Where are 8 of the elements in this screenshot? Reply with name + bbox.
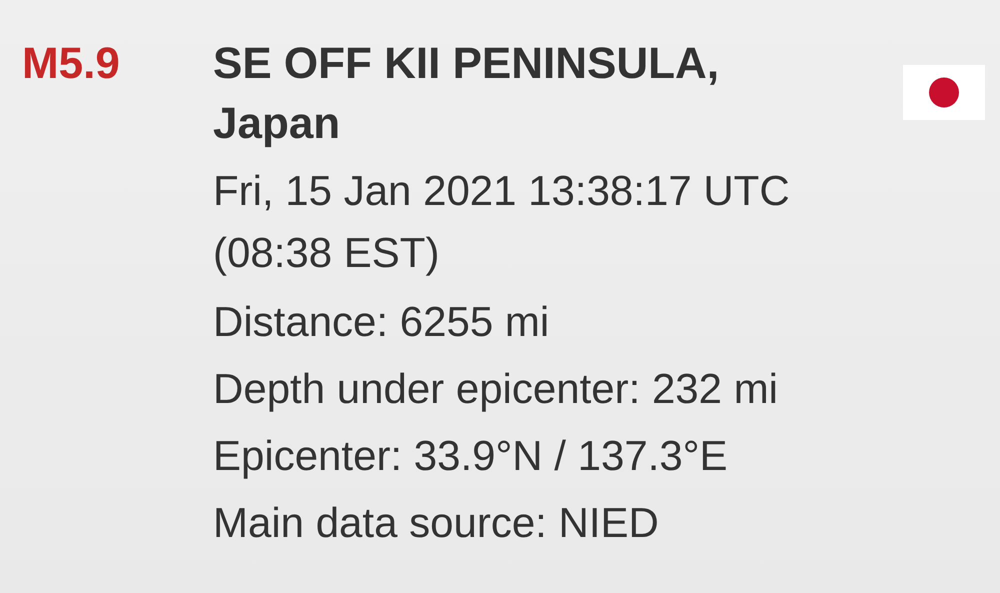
event-time: Fri, 15 Jan 2021 13:38:17 UTC (08:38 EST): [213, 166, 791, 278]
detail-line: Main data source: NIED: [213, 498, 660, 548]
detail-line: Depth under epicenter: 232 mi: [213, 364, 780, 414]
magnitude: M5.9: [22, 38, 121, 90]
detail-line: Epicenter: 33.9°N / 137.3°E: [213, 431, 729, 481]
region-title: SE OFF KII PENINSULA, Japan: [213, 38, 720, 150]
flag-icon: [903, 65, 985, 120]
detail-line: Distance: 6255 mi: [213, 297, 550, 347]
